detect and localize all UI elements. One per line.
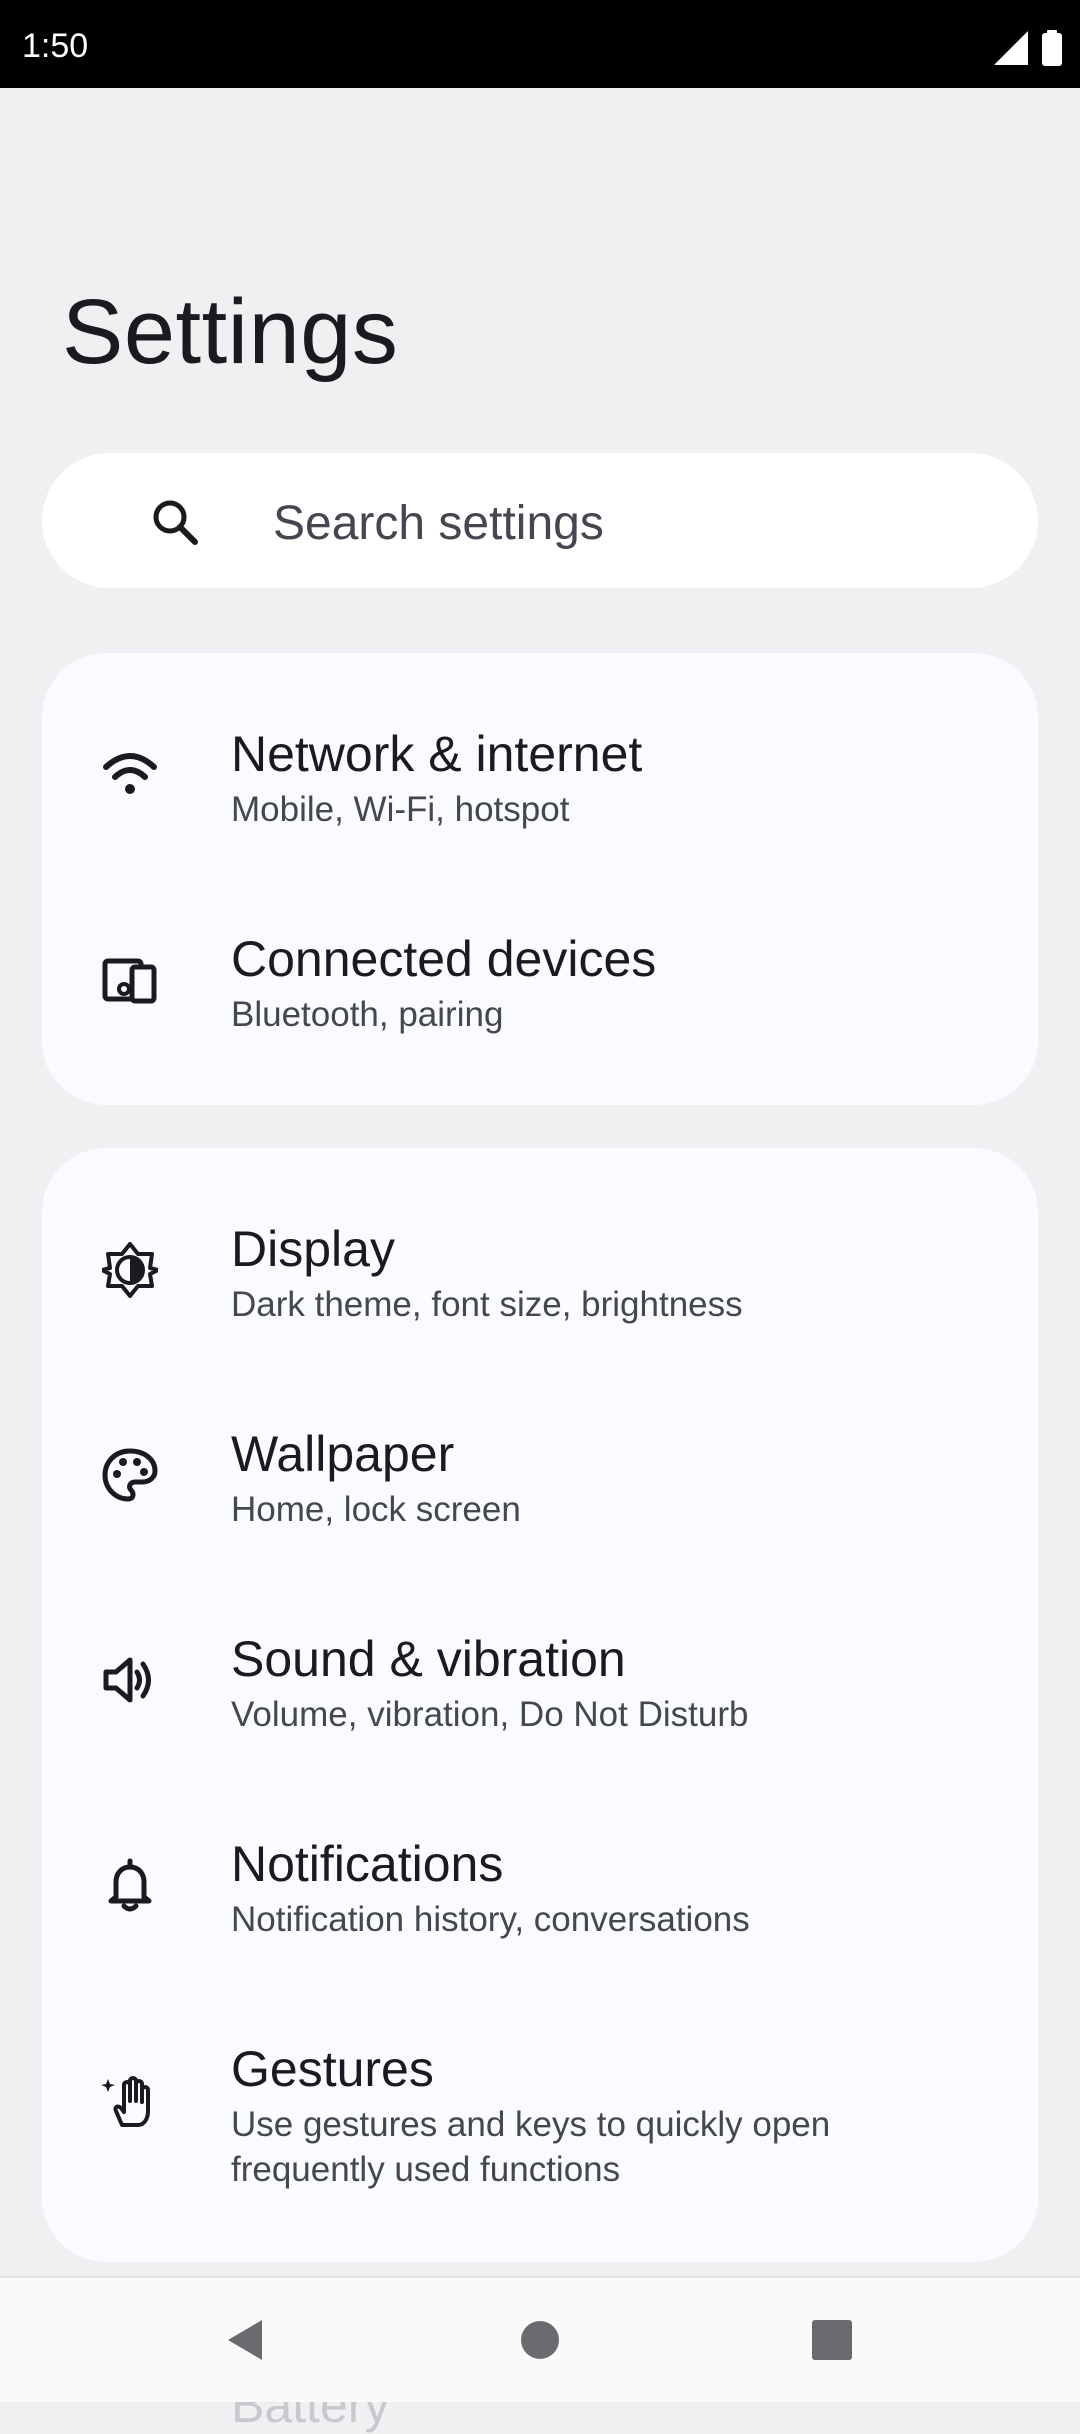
back-triangle-icon[interactable] bbox=[222, 2316, 270, 2364]
settings-item-network[interactable]: Network & internet Mobile, Wi-Fi, hotspo… bbox=[42, 653, 1038, 858]
settings-item-notifications[interactable]: Notifications Notification history, conv… bbox=[42, 1763, 1038, 1968]
settings-group-device: Display Dark theme, font size, brightnes… bbox=[42, 1148, 1038, 2262]
item-subtitle: Notification history, conversations bbox=[231, 1900, 750, 1939]
item-subtitle: Mobile, Wi-Fi, hotspot bbox=[231, 790, 570, 829]
item-subtitle: Volume, vibration, Do Not Disturb bbox=[231, 1695, 749, 1734]
palette-icon bbox=[102, 1448, 158, 1502]
item-title: Notifications bbox=[231, 1836, 504, 1892]
item-title: Gestures bbox=[231, 2041, 434, 2097]
battery-icon bbox=[1042, 30, 1062, 66]
status-icons bbox=[994, 30, 1062, 66]
item-title: Wallpaper bbox=[231, 1426, 455, 1482]
settings-item-sound[interactable]: Sound & vibration Volume, vibration, Do … bbox=[42, 1558, 1038, 1763]
gesture-hand-icon bbox=[102, 2076, 150, 2127]
item-subtitle: Use gestures and keys to quickly open fr… bbox=[231, 2105, 831, 2189]
navigation-bar bbox=[0, 2276, 1080, 2402]
settings-group-connectivity: Network & internet Mobile, Wi-Fi, hotspo… bbox=[42, 653, 1038, 1105]
settings-item-display[interactable]: Display Dark theme, font size, brightnes… bbox=[42, 1148, 1038, 1353]
search-placeholder: Search settings bbox=[273, 497, 604, 550]
wifi-icon bbox=[103, 753, 157, 794]
settings-item-gestures[interactable]: Gestures Use gestures and keys to quickl… bbox=[42, 1968, 1038, 2228]
item-subtitle: Home, lock screen bbox=[231, 1490, 521, 1529]
item-title: Network & internet bbox=[231, 726, 643, 782]
search-icon bbox=[153, 500, 198, 545]
item-title: Sound & vibration bbox=[231, 1631, 626, 1687]
item-title: Display bbox=[231, 1221, 395, 1277]
signal-icon bbox=[994, 31, 1028, 65]
page-title: Settings bbox=[62, 281, 399, 383]
settings-item-connected-devices[interactable]: Connected devices Bluetooth, pairing bbox=[42, 858, 1038, 1063]
item-subtitle: Bluetooth, pairing bbox=[231, 995, 504, 1034]
recents-square-icon[interactable] bbox=[808, 2316, 856, 2364]
status-time: 1:50 bbox=[22, 27, 89, 65]
item-title: Connected devices bbox=[231, 931, 657, 987]
home-circle-icon[interactable] bbox=[516, 2316, 564, 2364]
settings-item-wallpaper[interactable]: Wallpaper Home, lock screen bbox=[42, 1353, 1038, 1558]
search-bar[interactable]: Search settings bbox=[42, 453, 1038, 588]
speaker-icon bbox=[103, 1657, 151, 1703]
brightness-icon bbox=[102, 1242, 158, 1298]
status-bar: 1:50 bbox=[0, 0, 1080, 88]
item-subtitle: Dark theme, font size, brightness bbox=[231, 1285, 743, 1324]
bell-icon bbox=[108, 1858, 152, 1912]
devices-icon bbox=[102, 958, 157, 1004]
